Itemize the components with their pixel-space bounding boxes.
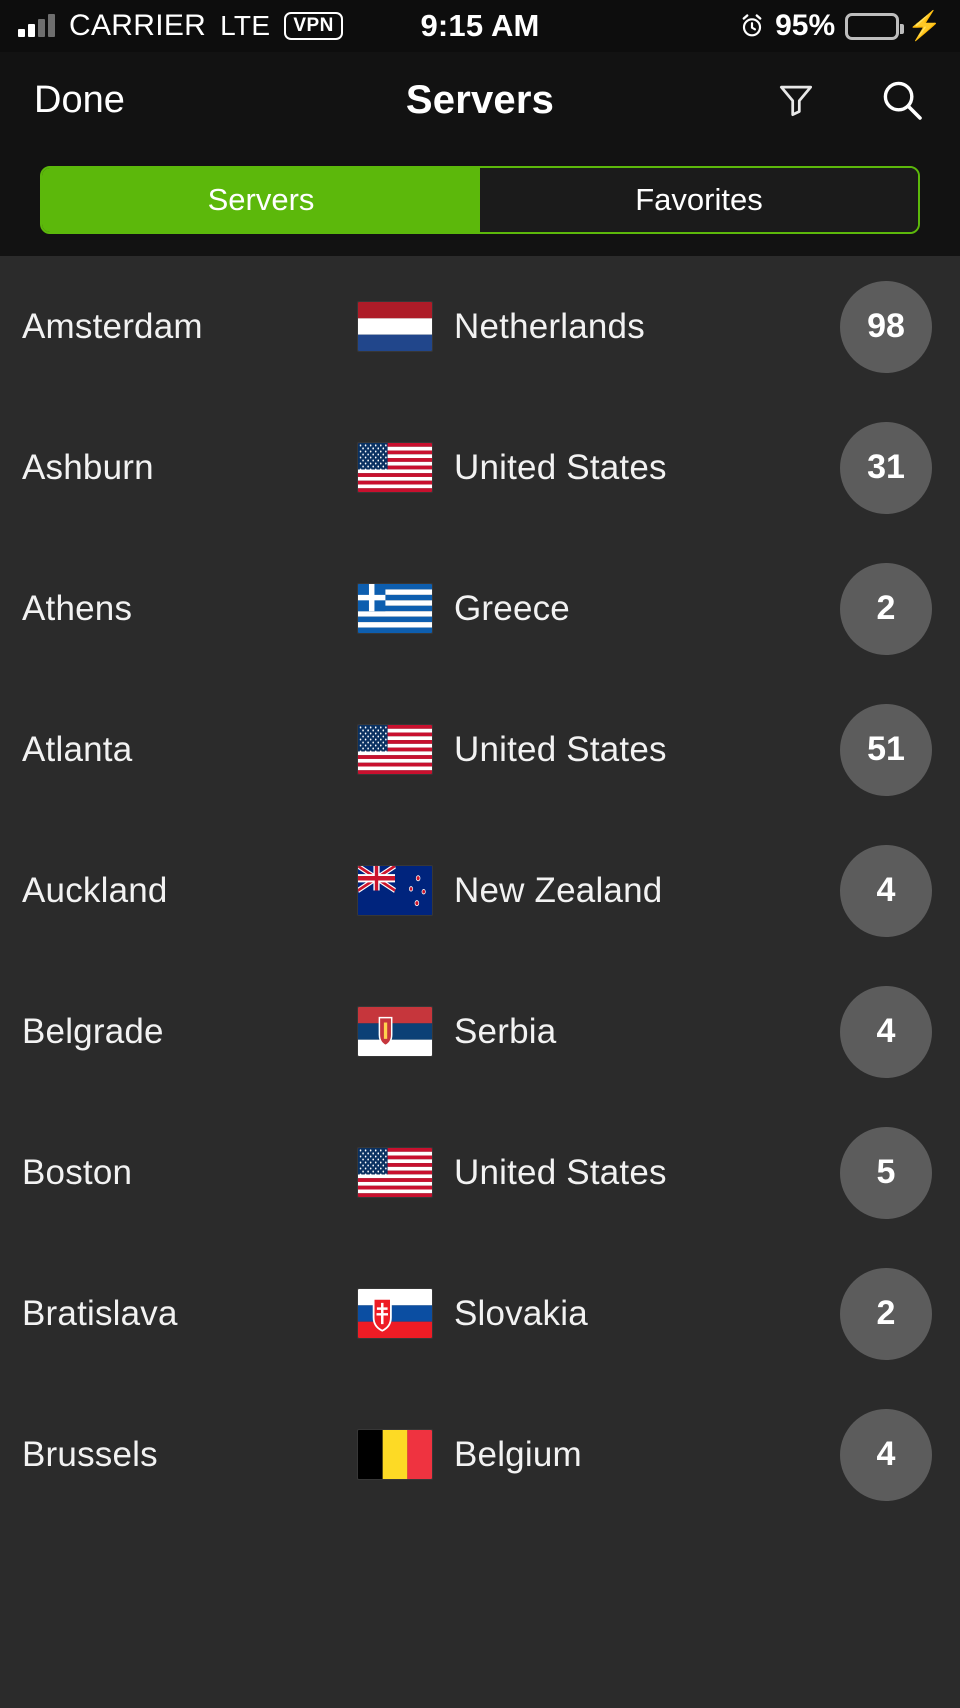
tab-favorites[interactable]: Favorites — [480, 168, 918, 232]
status-bar: CARRIER LTE VPN 9:15 AM 95% ⚡ — [0, 0, 960, 52]
app-screen: CARRIER LTE VPN 9:15 AM 95% ⚡ Done Serve… — [0, 0, 960, 1708]
segmented-control-container: Servers Favorites — [0, 148, 960, 256]
server-country-group: Slovakia — [358, 1289, 588, 1338]
server-row[interactable]: Brussels Belgium 4 — [0, 1384, 960, 1525]
server-city-label: Ashburn — [22, 447, 154, 487]
server-row[interactable]: Belgrade Serbia 4 — [0, 961, 960, 1102]
alarm-clock-icon — [742, 14, 762, 37]
signal-bars-icon — [18, 14, 55, 37]
done-button[interactable]: Done — [30, 73, 129, 128]
server-city-label: Athens — [22, 588, 133, 628]
server-country-group: United States — [358, 1148, 667, 1197]
status-bar-right: 95% ⚡ — [739, 9, 942, 43]
status-bar-left: CARRIER LTE VPN — [18, 9, 343, 43]
server-country-group: United States — [358, 725, 667, 774]
server-row[interactable]: Athens Greece 2 — [0, 538, 960, 679]
battery-icon — [845, 12, 905, 40]
flag-us-icon — [358, 1148, 432, 1197]
server-city-label: Amsterdam — [22, 306, 203, 346]
server-city-label: Belgrade — [22, 1011, 164, 1051]
search-button[interactable] — [874, 72, 930, 128]
nav-actions — [770, 72, 930, 128]
flag-rs-icon — [358, 1007, 432, 1056]
flag-nl-icon — [358, 302, 432, 351]
server-row[interactable]: Bratislava Slovakia 2 — [0, 1243, 960, 1384]
server-row[interactable]: Atlanta United States 51 — [0, 679, 960, 820]
server-city-label: Atlanta — [22, 729, 133, 769]
flag-nz-icon — [358, 866, 432, 915]
server-country-group: Greece — [358, 584, 570, 633]
server-country-group: Belgium — [358, 1430, 582, 1479]
server-country-group: Netherlands — [358, 302, 645, 351]
lightning-bolt-icon: ⚡ — [907, 10, 942, 41]
flag-be-icon — [358, 1430, 432, 1479]
flag-us-icon — [358, 443, 432, 492]
segmented-control: Servers Favorites — [40, 166, 920, 234]
server-city-label: Bratislava — [22, 1293, 178, 1333]
server-count-badge: 2 — [840, 562, 932, 655]
server-country-label: Belgium — [454, 1434, 582, 1474]
server-country-label: New Zealand — [454, 870, 663, 910]
server-country-label: Slovakia — [454, 1293, 588, 1333]
vpn-badge: VPN — [284, 12, 343, 40]
server-country-label: United States — [454, 447, 667, 487]
network-type-label: LTE — [220, 10, 271, 41]
carrier-label: CARRIER — [69, 9, 207, 42]
server-count-badge: 5 — [840, 1126, 932, 1219]
clock-label: 9:15 AM — [420, 8, 540, 43]
server-country-label: Serbia — [454, 1011, 557, 1051]
server-count-badge: 4 — [840, 985, 932, 1078]
server-country-label: Netherlands — [454, 306, 645, 346]
flag-gr-icon — [358, 584, 432, 633]
server-count-badge: 98 — [840, 280, 932, 373]
server-country-group: New Zealand — [358, 866, 662, 915]
flag-sk-icon — [358, 1289, 432, 1338]
server-country-label: Greece — [454, 588, 570, 628]
server-city-label: Boston — [22, 1152, 133, 1192]
battery-percent-label: 95% — [775, 9, 836, 42]
server-count-badge: 31 — [840, 421, 932, 514]
server-row[interactable]: Auckland New Zealand 4 — [0, 820, 960, 961]
server-list[interactable]: Amsterdam Netherlands 98 Ashburn United S… — [0, 256, 960, 1708]
nav-bar: Done Servers — [0, 52, 960, 148]
server-count-badge: 4 — [840, 1408, 932, 1501]
server-row[interactable]: Ashburn United States 31 — [0, 397, 960, 538]
filter-button[interactable] — [770, 74, 822, 126]
flag-us-icon — [358, 725, 432, 774]
server-city-label: Brussels — [22, 1434, 158, 1474]
server-country-group: Serbia — [358, 1007, 556, 1056]
tab-servers[interactable]: Servers — [42, 168, 480, 232]
search-icon — [883, 81, 922, 120]
server-country-label: United States — [454, 729, 667, 769]
server-city-label: Auckland — [22, 870, 168, 910]
server-country-group: United States — [358, 443, 667, 492]
server-row[interactable]: Amsterdam Netherlands 98 — [0, 256, 960, 397]
server-count-badge: 4 — [840, 844, 932, 937]
server-row[interactable]: Boston United States 5 — [0, 1102, 960, 1243]
server-count-badge: 2 — [840, 1267, 932, 1360]
server-country-label: United States — [454, 1152, 667, 1192]
server-count-badge: 51 — [840, 703, 932, 796]
filter-funnel-icon — [779, 85, 813, 117]
